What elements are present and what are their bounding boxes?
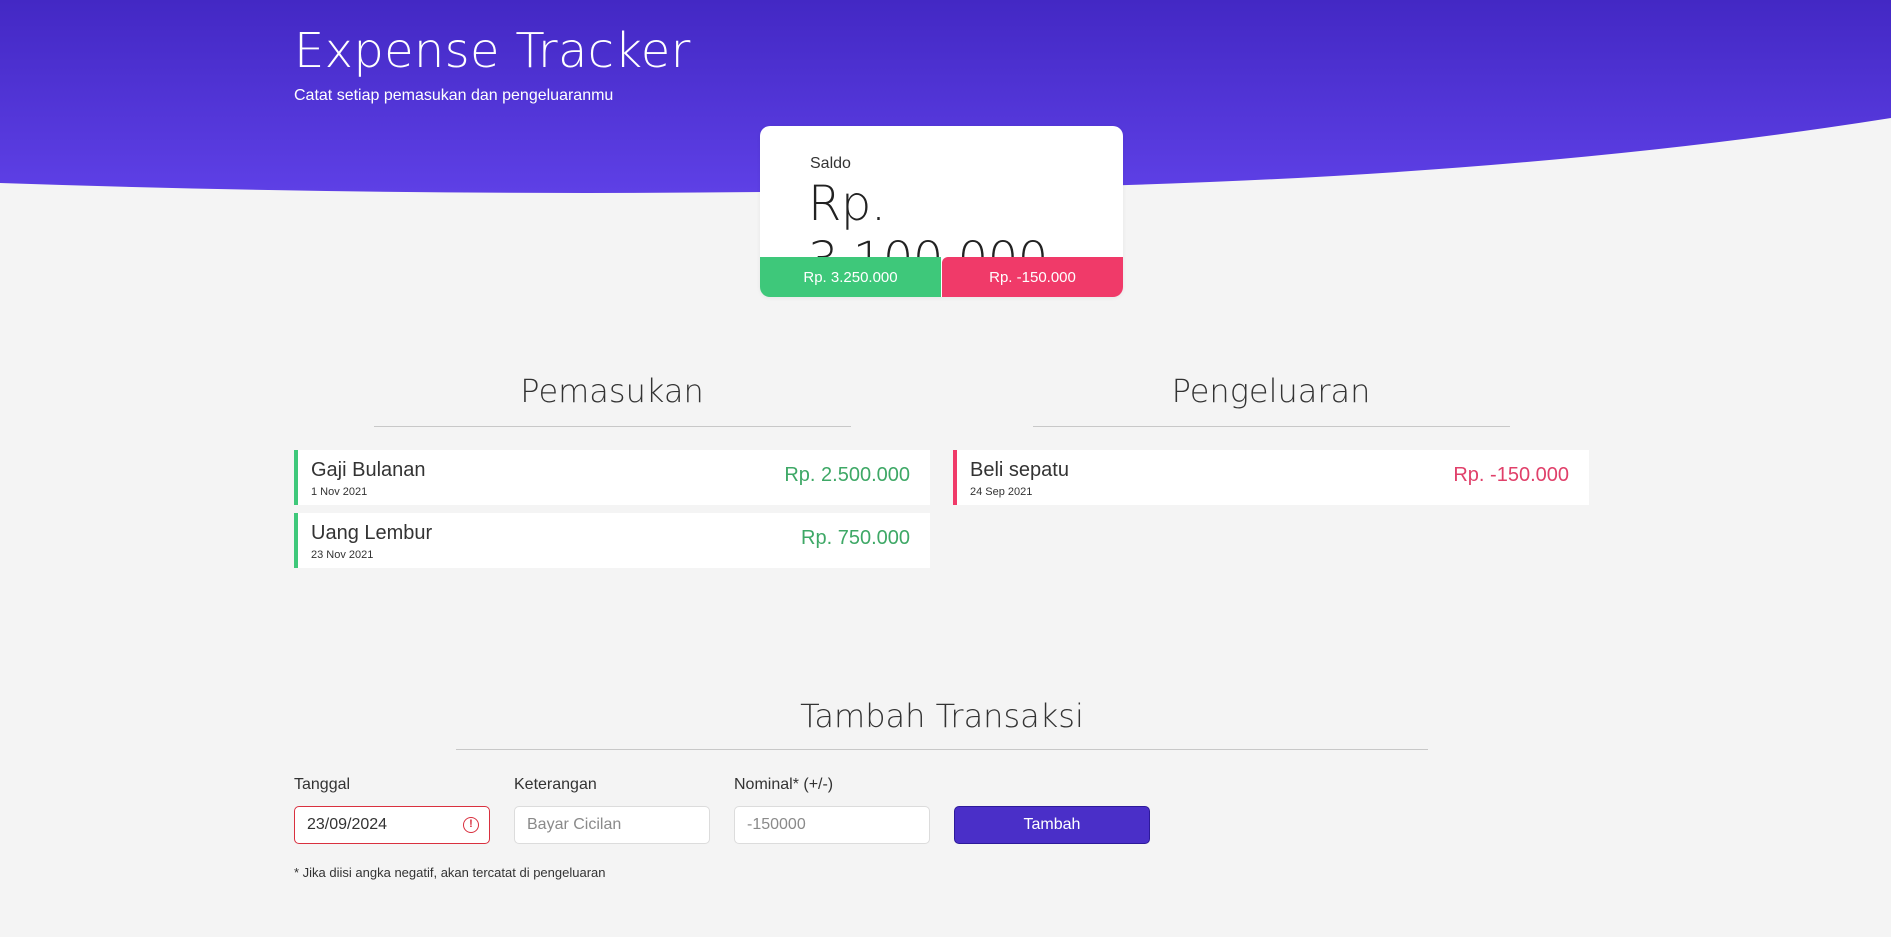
expense-item[interactable]: Beli sepatu 24 Sep 2021 Rp. -150.000 <box>953 450 1589 505</box>
amount-input-box <box>734 806 930 844</box>
income-item[interactable]: Uang Lembur 23 Nov 2021 Rp. 750.000 <box>294 513 930 568</box>
income-item-amount: Rp. 2.500.000 <box>784 464 910 486</box>
income-item[interactable]: Gaji Bulanan 1 Nov 2021 Rp. 2.500.000 <box>294 450 930 505</box>
add-button[interactable]: Tambah <box>954 806 1150 844</box>
description-field: Keterangan <box>514 776 710 844</box>
date-input[interactable] <box>295 807 489 843</box>
description-input[interactable] <box>515 807 709 843</box>
amount-input[interactable] <box>735 807 929 843</box>
expense-divider <box>1032 426 1510 427</box>
date-label: Tanggal <box>294 776 351 793</box>
balance-summary-bar: Rp. 3.250.000 Rp. -150.000 <box>760 257 1123 297</box>
description-label: Keterangan <box>514 776 597 793</box>
date-field: Tanggal ! <box>294 776 490 844</box>
add-transaction-divider <box>456 749 1428 750</box>
income-divider <box>373 426 851 427</box>
description-input-box <box>514 806 710 844</box>
date-input-box: ! <box>294 806 490 844</box>
app-subtitle: Catat setiap pemasukan dan pengeluaranmu <box>294 87 614 104</box>
add-transaction-heading: Tambah Transaksi <box>800 697 1084 735</box>
expense-section: Pengeluaran Beli sepatu 24 Sep 2021 Rp. … <box>953 368 1589 513</box>
amount-field: Nominal* (+/-) <box>734 776 930 844</box>
income-item-name: Uang Lembur <box>311 522 433 544</box>
income-item-date: 1 Nov 2021 <box>311 486 368 498</box>
brand: Expense Tracker Catat setiap pemasukan d… <box>294 22 691 105</box>
income-list: Gaji Bulanan 1 Nov 2021 Rp. 2.500.000 Ua… <box>294 450 930 568</box>
balance-label: Saldo <box>810 155 851 172</box>
income-item-name: Gaji Bulanan <box>311 459 426 481</box>
expense-item-amount: Rp. -150.000 <box>1453 464 1569 486</box>
income-total: Rp. 3.250.000 <box>760 257 941 297</box>
expense-item-name: Beli sepatu <box>970 459 1069 481</box>
expense-item-date: 24 Sep 2021 <box>970 486 1033 498</box>
app-title: Expense Tracker <box>294 23 691 79</box>
expense-heading: Pengeluaran <box>1171 372 1371 410</box>
form-note: * Jika diisi angka negatif, akan tercata… <box>294 865 606 880</box>
income-item-amount: Rp. 750.000 <box>801 527 910 549</box>
income-item-date: 23 Nov 2021 <box>311 549 374 561</box>
expense-total: Rp. -150.000 <box>942 257 1123 297</box>
amount-label: Nominal* (+/-) <box>734 776 834 793</box>
income-section: Pemasukan Gaji Bulanan 1 Nov 2021 Rp. 2.… <box>294 368 930 576</box>
expense-list: Beli sepatu 24 Sep 2021 Rp. -150.000 <box>953 450 1589 505</box>
income-heading: Pemasukan <box>520 372 704 410</box>
balance-card: Saldo Rp. 3.100.000 Rp. 3.250.000 Rp. -1… <box>760 126 1123 297</box>
error-icon: ! <box>463 817 479 833</box>
